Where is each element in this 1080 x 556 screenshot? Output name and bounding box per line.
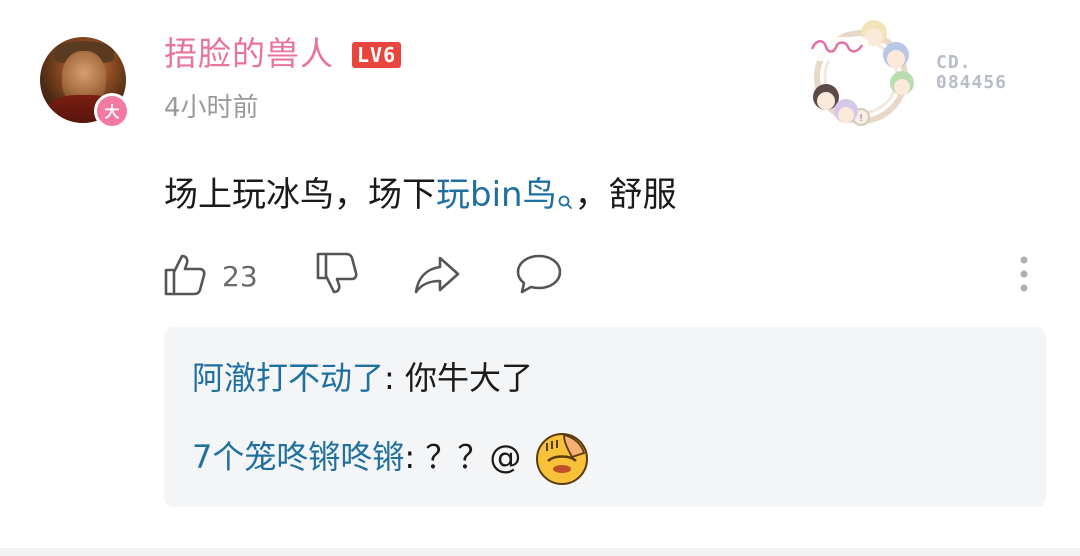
reply-button[interactable] [514, 252, 564, 300]
username[interactable]: 捂脸的兽人 [164, 32, 334, 76]
comment-bubble-icon [514, 250, 564, 302]
pendant-id: CD. 084456 [936, 52, 1008, 93]
decoration-pendant[interactable]: ! [802, 17, 920, 129]
reply-separator: : [404, 438, 426, 476]
action-bar: 23 [160, 252, 1040, 302]
reply-text: 你牛大了 [404, 359, 533, 397]
like-button[interactable]: 23 [160, 252, 258, 300]
reply-username[interactable]: 7个笼咚锵咚锵 [192, 438, 404, 476]
like-count: 23 [222, 259, 258, 293]
level-badge: LV6 [352, 42, 402, 68]
reply-separator: : [384, 359, 405, 397]
reply-text: ？？@ [425, 438, 522, 476]
comment-text-part1: 场上玩冰鸟，场下 [164, 175, 436, 215]
comment-time: 4小时前 [164, 93, 259, 123]
divider [0, 548, 1080, 556]
search-icon [557, 176, 575, 209]
svg-text:!: ! [859, 113, 863, 124]
reply-item[interactable]: 阿澈打不动了: 你牛大了 [192, 355, 533, 401]
more-vertical-icon [1012, 250, 1036, 302]
dislike-button[interactable] [312, 252, 360, 300]
facepalm-emoji-icon [534, 431, 590, 487]
reply-item[interactable]: 7个笼咚锵咚锵: ？？@ [192, 431, 590, 487]
search-keyword-link[interactable]: 玩bin鸟 [436, 175, 575, 215]
reply-username[interactable]: 阿澈打不动了 [192, 359, 384, 397]
thumbs-up-icon [160, 250, 208, 302]
thumbs-down-icon [312, 250, 360, 302]
more-button[interactable] [1012, 252, 1036, 300]
vip-badge: 大 [94, 93, 130, 129]
comment-text: 场上玩冰鸟，场下玩bin鸟 ，舒服 [164, 170, 677, 220]
comment-card: 大 捂脸的兽人 LV6 4小时前 ! CD. 084456 场上玩冰鸟，场下玩b… [0, 0, 1080, 556]
share-icon [412, 250, 462, 302]
replies-preview[interactable]: 阿澈打不动了: 你牛大了 7个笼咚锵咚锵: ？？@ [164, 327, 1046, 507]
share-button[interactable] [412, 252, 462, 300]
comment-text-part2: ，舒服 [574, 175, 677, 215]
